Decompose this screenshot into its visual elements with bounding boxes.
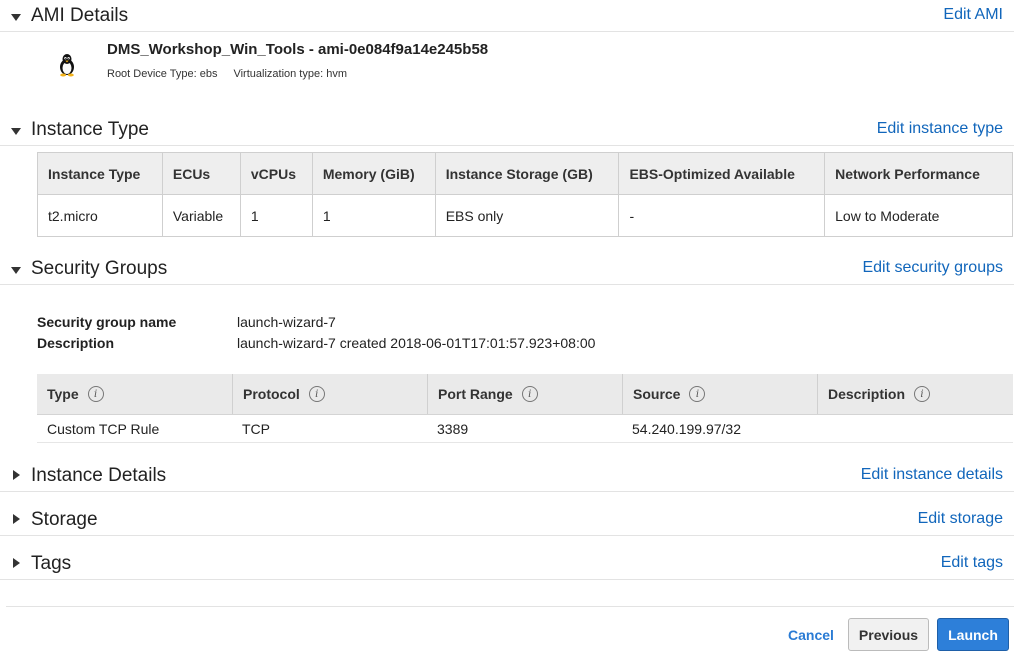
table-cell: 1 — [311, 194, 436, 237]
column-header: Source i — [622, 374, 817, 414]
collapse-caret-icon[interactable] — [11, 128, 21, 135]
table-row: Custom TCP Rule TCP 3389 54.240.199.97/3… — [37, 415, 1013, 443]
edit-instance-type-link[interactable]: Edit instance type — [877, 120, 1003, 138]
table-row: t2.micro Variable 1 1 EBS only - Low to … — [37, 194, 1013, 237]
column-header: Description i — [817, 374, 1013, 414]
ami-name: DMS_Workshop_Win_Tools - ami-0e084f9a14e… — [107, 41, 489, 58]
column-header: Memory (GiB) — [311, 152, 436, 195]
column-header: Network Performance — [824, 152, 1013, 195]
column-header: vCPUs — [239, 152, 313, 195]
tags-header: Tags Edit tags — [0, 550, 1014, 580]
edit-security-groups-link[interactable]: Edit security groups — [862, 259, 1003, 277]
field-value: launch-wizard-7 created 2018-06-01T17:01… — [237, 335, 596, 351]
info-icon[interactable]: i — [521, 386, 538, 402]
table-cell: 54.240.199.97/32 — [632, 420, 741, 437]
table-cell: TCP — [242, 420, 270, 437]
collapse-caret-icon[interactable] — [11, 267, 21, 274]
ami-meta: Root Device Type: ebs Virtualization type… — [107, 68, 347, 80]
field-label: Description — [37, 335, 115, 351]
edit-ami-link[interactable]: Edit AMI — [943, 6, 1003, 24]
column-header: Protocol i — [232, 374, 427, 414]
column-header: ECUs — [161, 152, 241, 195]
edit-tags-link[interactable]: Edit tags — [941, 554, 1003, 572]
table-cell: - — [618, 194, 826, 237]
column-header-label: Type — [47, 386, 79, 402]
cancel-button[interactable]: Cancel — [780, 618, 842, 651]
column-header-label: Source — [633, 386, 681, 402]
security-rules-table: Type i Protocol i Port Range i Source i Desc… — [37, 374, 1013, 443]
column-header: Port Range i — [427, 374, 622, 414]
column-header-label: Protocol — [243, 386, 300, 402]
expand-caret-icon[interactable] — [13, 470, 20, 480]
launch-button[interactable]: Launch — [937, 618, 1009, 651]
info-icon[interactable]: i — [914, 386, 931, 402]
field-label: Security group name — [37, 314, 177, 330]
security-groups-title: Security Groups — [31, 258, 168, 279]
tags-title: Tags — [31, 553, 72, 574]
storage-header: Storage Edit storage — [0, 506, 1014, 536]
table-cell: EBS only — [434, 194, 620, 237]
instance-details-header: Instance Details Edit instance details — [0, 462, 1014, 492]
table-cell: t2.micro — [37, 194, 163, 237]
instance-type-header: Instance Type Edit instance type — [0, 116, 1014, 146]
expand-caret-icon[interactable] — [13, 558, 20, 568]
column-header-label: Description — [828, 386, 906, 402]
info-icon[interactable]: i — [308, 386, 325, 402]
column-header-label: Port Range — [438, 386, 513, 402]
column-header: Type i — [37, 374, 232, 414]
column-header: EBS-Optimized Available — [618, 152, 826, 195]
linux-penguin-icon — [56, 53, 78, 77]
table-cell: 3389 — [437, 420, 469, 437]
ami-details-header: AMI Details Edit AMI — [0, 2, 1014, 32]
info-icon[interactable]: i — [87, 386, 104, 402]
ami-details-title: AMI Details — [31, 5, 129, 26]
storage-title: Storage — [31, 509, 98, 530]
root-device-type: Root Device Type: ebs — [107, 68, 218, 80]
table-cell: 1 — [239, 194, 313, 237]
table-cell: Low to Moderate — [824, 194, 1013, 237]
instance-type-title: Instance Type — [31, 119, 149, 140]
column-header: Instance Type — [37, 152, 163, 195]
info-icon[interactable]: i — [689, 386, 706, 402]
table-header-row: Type i Protocol i Port Range i Source i Desc… — [37, 374, 1013, 415]
instance-type-table: Instance Type ECUs vCPUs Memory (GiB) In… — [37, 152, 1013, 237]
expand-caret-icon[interactable] — [13, 514, 20, 524]
previous-button[interactable]: Previous — [848, 618, 929, 651]
virtualization-type: Virtualization type: hvm — [233, 68, 347, 80]
field-value: launch-wizard-7 — [237, 314, 336, 330]
instance-details-title: Instance Details — [31, 465, 167, 486]
security-groups-header: Security Groups Edit security groups — [0, 255, 1014, 285]
column-header: Instance Storage (GB) — [434, 152, 620, 195]
table-cell: Custom TCP Rule — [47, 420, 160, 437]
footer-divider — [6, 606, 1014, 607]
table-cell — [817, 415, 1013, 442]
collapse-caret-icon[interactable] — [11, 14, 21, 21]
table-cell: Variable — [161, 194, 241, 237]
edit-storage-link[interactable]: Edit storage — [918, 510, 1003, 528]
table-header-row: Instance Type ECUs vCPUs Memory (GiB) In… — [37, 152, 1013, 195]
edit-instance-details-link[interactable]: Edit instance details — [861, 466, 1003, 484]
